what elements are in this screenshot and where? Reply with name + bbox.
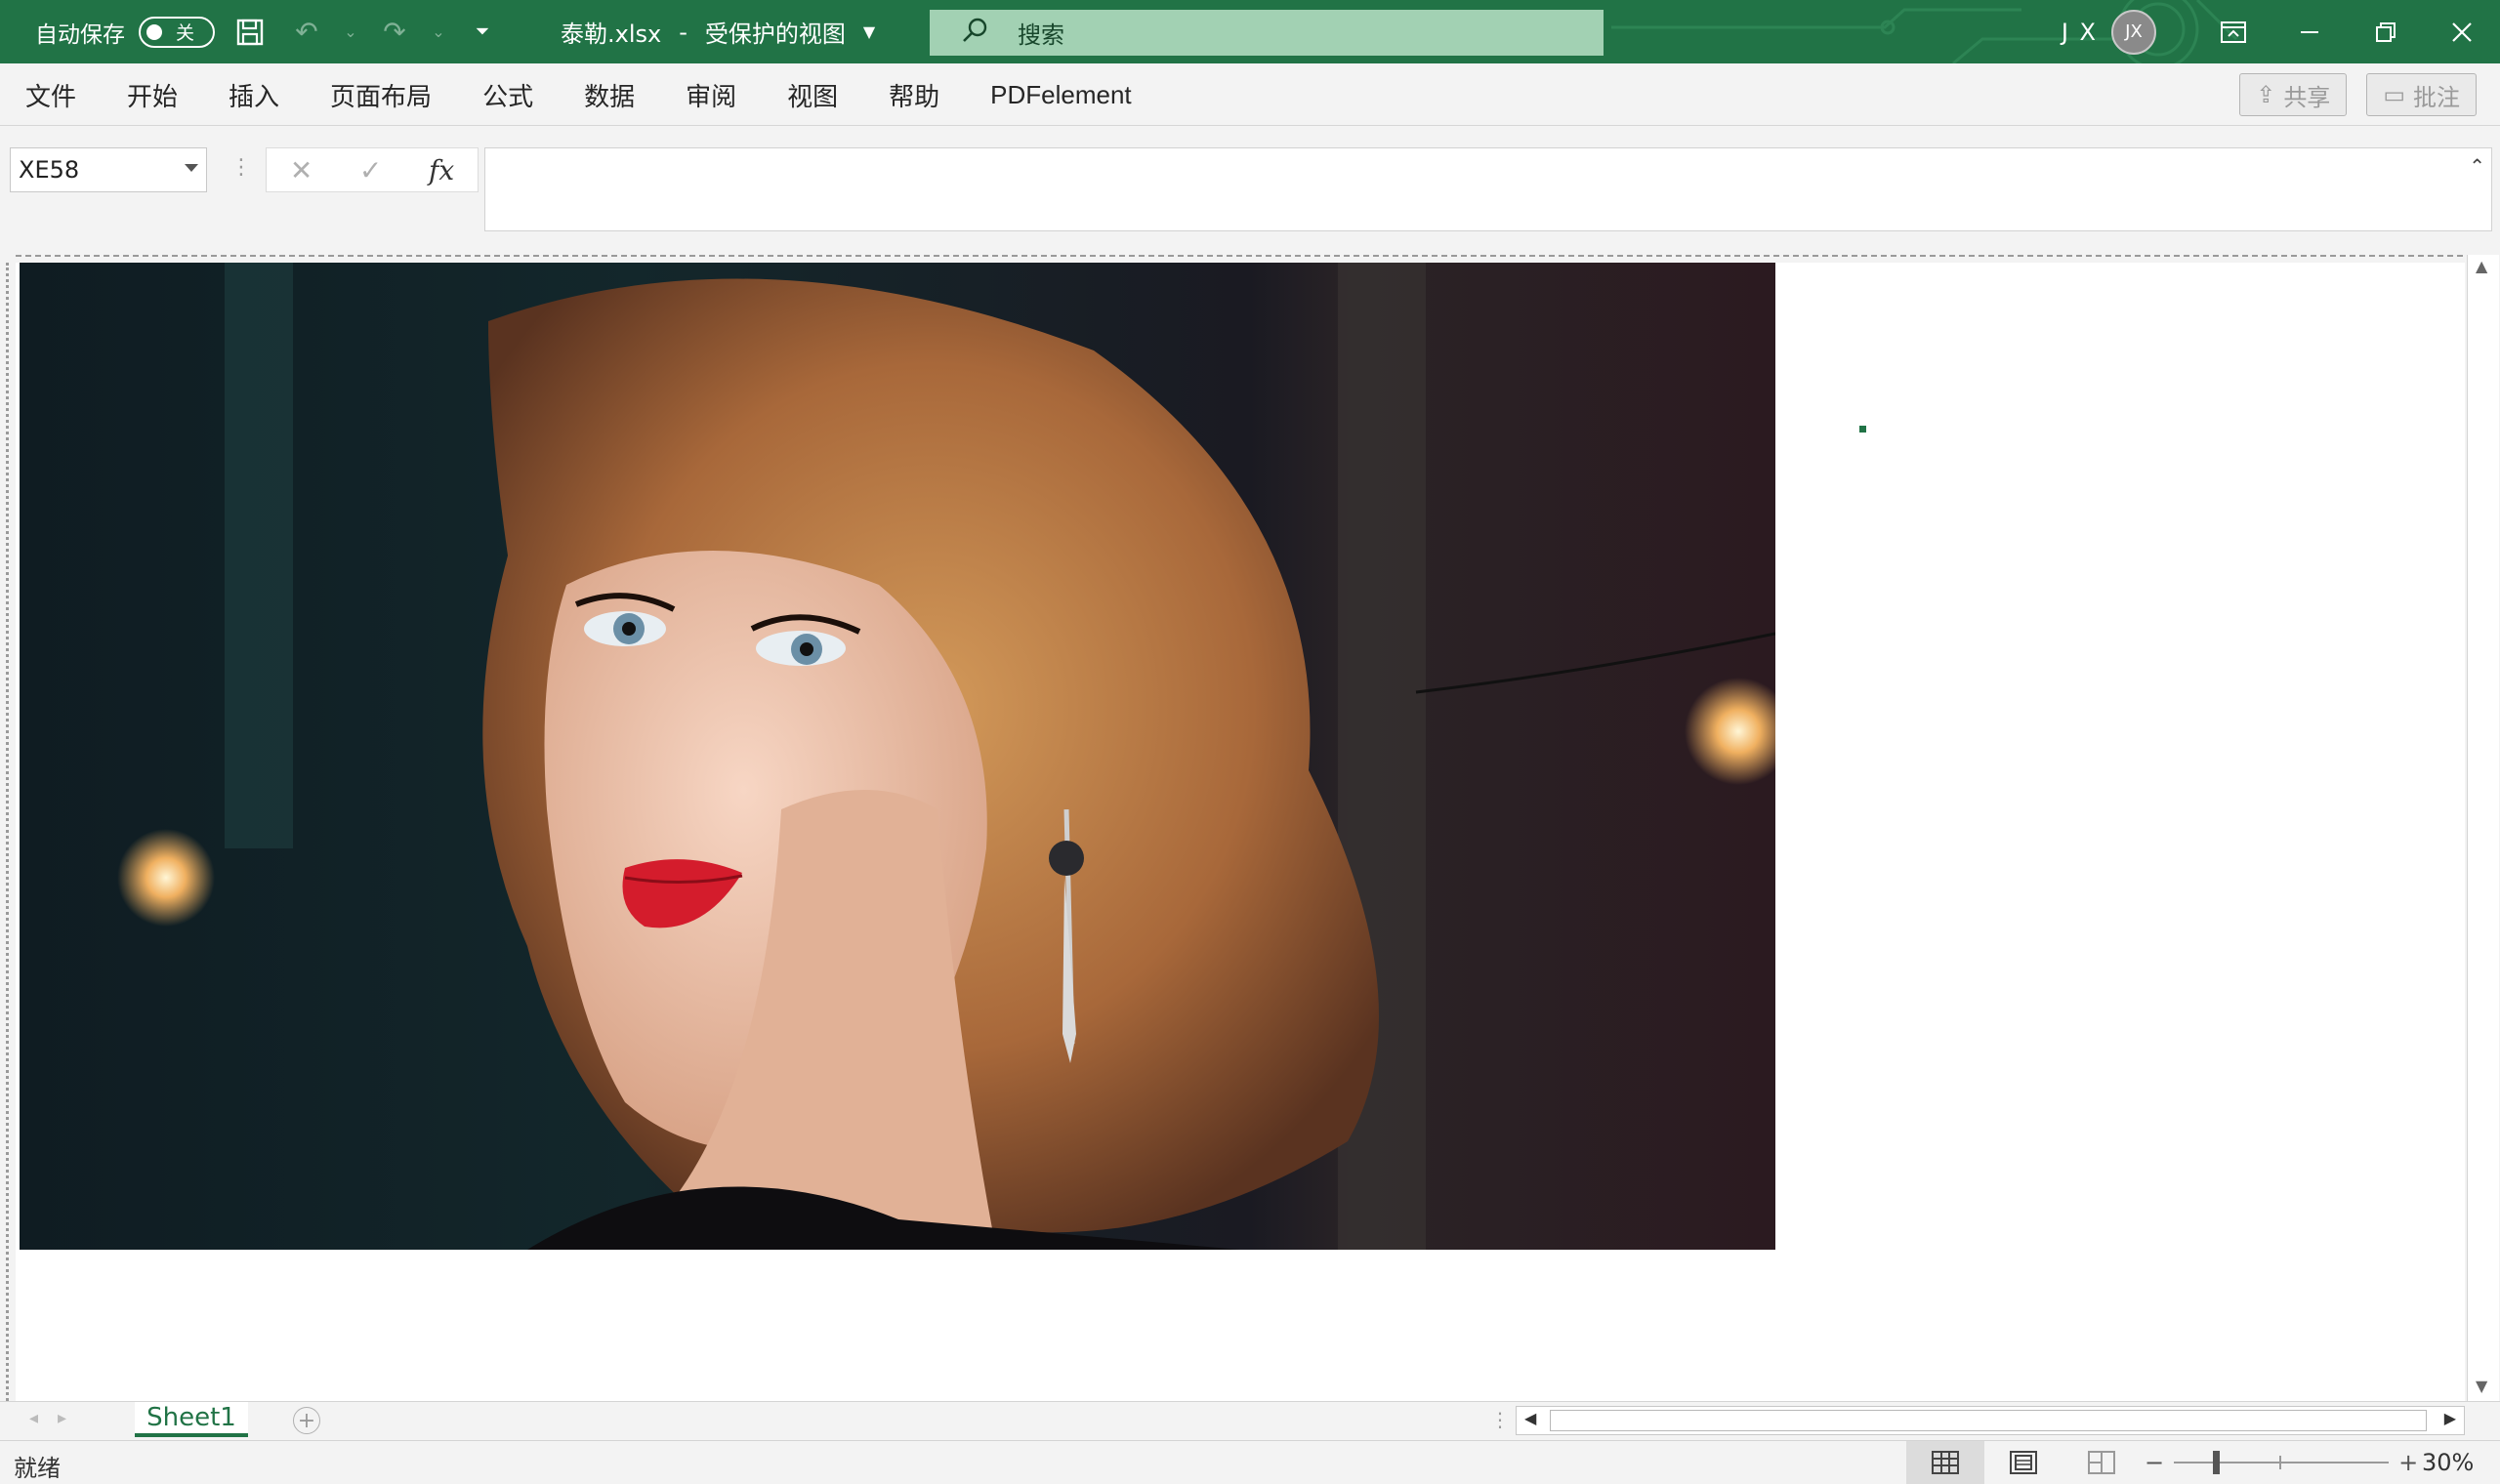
page-layout-view-icon[interactable]: [1984, 1441, 2062, 1484]
scroll-thumb[interactable]: [1550, 1410, 2427, 1431]
view-buttons: [1906, 1441, 2141, 1484]
insert-function-icon[interactable]: fx: [429, 154, 454, 186]
vertical-scrollbar[interactable]: ▲ ▼: [2467, 255, 2499, 1401]
status-bar: 就绪 − + 30%: [0, 1440, 2500, 1484]
quick-access-toolbar: 自动保存 关 ↶ ⌄ ↷ ⌄ ⏷: [35, 0, 504, 63]
normal-view-icon[interactable]: [1906, 1441, 1984, 1484]
title-bar: 自动保存 关 ↶ ⌄ ↷ ⌄ ⏷ 泰勒.xlsx - 受保护的视图 ▼ 搜索 J…: [0, 0, 2500, 63]
redo-dropdown-icon[interactable]: ⌄: [430, 11, 447, 54]
sheet-tab[interactable]: Sheet1: [135, 1402, 248, 1437]
menu-file[interactable]: 文件: [25, 77, 76, 113]
active-cell-indicator: [1859, 426, 1866, 433]
user-name[interactable]: J X: [2062, 19, 2098, 46]
comments-label: 批注: [2413, 83, 2460, 111]
comment-icon: ▭: [2383, 81, 2405, 108]
vertical-dots-icon[interactable]: ⋮: [1490, 1408, 1510, 1431]
enter-icon[interactable]: ✓: [359, 154, 382, 186]
menu-formulas[interactable]: 公式: [482, 77, 533, 113]
status-text: 就绪: [14, 1455, 61, 1482]
horizontal-scrollbar[interactable]: ◀ ▶: [1516, 1406, 2465, 1435]
scroll-down-icon[interactable]: ▼: [2476, 1377, 2487, 1395]
name-box-value: XE58: [19, 156, 80, 184]
page-break-preview-icon[interactable]: [2062, 1441, 2141, 1484]
search-box[interactable]: 搜索: [930, 10, 1604, 56]
view-mode-label: 受保护的视图: [704, 21, 846, 48]
name-box[interactable]: XE58: [10, 147, 207, 192]
collapse-formula-bar-icon[interactable]: ⌃: [2469, 154, 2485, 178]
sheet-tab-bar: ◂▸ Sheet1 + ⋮ ◀ ▶: [0, 1401, 2500, 1440]
zoom-slider[interactable]: [2174, 1451, 2390, 1474]
menu-help[interactable]: 帮助: [889, 77, 939, 113]
title-separator: -: [679, 18, 688, 46]
document-title-area[interactable]: 泰勒.xlsx - 受保护的视图 ▼: [561, 0, 875, 63]
menu-data[interactable]: 数据: [584, 77, 635, 113]
ribbon-display-options-icon[interactable]: [2195, 0, 2271, 63]
sheet-top-border: [16, 255, 2463, 263]
formula-bar-area: XE58 ⋮ ✕ ✓ fx ⌃: [0, 126, 2500, 253]
share-icon: ⇪: [2256, 81, 2276, 108]
zoom-slider-thumb[interactable]: [2213, 1451, 2221, 1474]
autosave-toggle[interactable]: 关: [139, 16, 215, 48]
add-sheet-icon[interactable]: +: [293, 1407, 320, 1434]
share-button[interactable]: ⇪ 共享: [2239, 73, 2348, 116]
zoom-out-icon[interactable]: −: [2145, 1449, 2164, 1476]
cancel-icon[interactable]: ✕: [290, 154, 312, 186]
chevron-down-icon[interactable]: [185, 164, 198, 172]
menu-home[interactable]: 开始: [127, 77, 178, 113]
zoom-slider-center-mark: [2279, 1456, 2282, 1469]
document-title: 泰勒.xlsx: [561, 21, 662, 48]
formula-input[interactable]: ⌃: [484, 147, 2492, 231]
sheet-nav-arrows[interactable]: ◂▸: [29, 1408, 86, 1428]
scroll-up-icon[interactable]: ▲: [2476, 257, 2487, 275]
worksheet-grid[interactable]: [16, 263, 2465, 1401]
comments-button[interactable]: ▭ 批注: [2366, 73, 2477, 116]
embedded-picture[interactable]: [20, 263, 1775, 1250]
share-label: 共享: [2283, 83, 2331, 111]
menu-pdfelement[interactable]: PDFelement: [990, 80, 1132, 110]
window-controls: J X JX: [2062, 0, 2500, 63]
zoom-in-icon[interactable]: +: [2398, 1449, 2418, 1476]
undo-dropdown-icon[interactable]: ⌄: [342, 11, 359, 54]
customize-toolbar-icon[interactable]: ⏷: [461, 11, 504, 54]
menu-review[interactable]: 审阅: [686, 77, 736, 113]
restore-icon[interactable]: [2348, 0, 2424, 63]
search-icon: [961, 17, 988, 50]
redo-icon[interactable]: ↷: [373, 11, 416, 54]
zoom-slider-area: − +: [2145, 1441, 2418, 1484]
vertical-dots-icon[interactable]: ⋮: [230, 155, 252, 180]
worksheet-area: ▲ ▼: [0, 253, 2500, 1401]
ribbon-tabs: 文件 开始 插入 页面布局 公式 数据 审阅 视图 帮助 PDFelement …: [0, 63, 2500, 126]
ribbon-actions: ⇪ 共享 ▭ 批注: [2239, 73, 2477, 116]
menu-insert[interactable]: 插入: [229, 77, 279, 113]
scroll-left-icon[interactable]: ◀: [1524, 1409, 1536, 1427]
save-icon[interactable]: [229, 11, 271, 54]
avatar[interactable]: JX: [2111, 9, 2156, 55]
autosave-state: 关: [176, 22, 195, 44]
menu-page-layout[interactable]: 页面布局: [330, 77, 432, 113]
close-icon[interactable]: [2424, 0, 2500, 63]
minimize-icon[interactable]: [2271, 0, 2348, 63]
autosave-label: 自动保存: [35, 21, 125, 48]
chevron-down-icon[interactable]: ▼: [863, 22, 875, 41]
search-placeholder: 搜索: [1018, 21, 1064, 49]
undo-icon[interactable]: ↶: [285, 11, 328, 54]
scroll-right-icon[interactable]: ▶: [2444, 1409, 2456, 1427]
zoom-level[interactable]: 30%: [2422, 1449, 2474, 1476]
formula-buttons: ✕ ✓ fx: [266, 147, 479, 192]
menu-view[interactable]: 视图: [787, 77, 838, 113]
menu-list: 文件 开始 插入 页面布局 公式 数据 审阅 视图 帮助 PDFelement: [25, 63, 1183, 126]
toggle-knob: [146, 23, 162, 40]
